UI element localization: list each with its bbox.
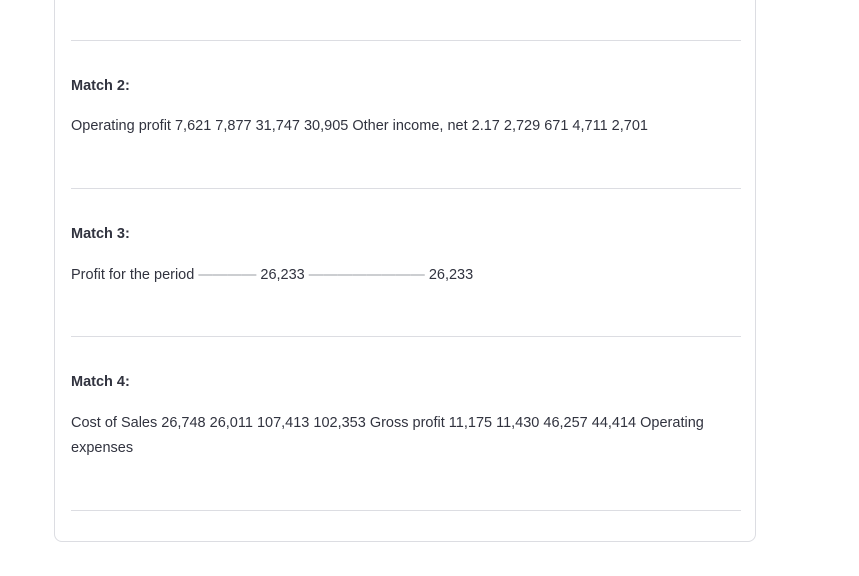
- match-heading: Match 2:: [71, 78, 130, 94]
- results-page: Match 2: Operating profit 7,621 7,877 31…: [0, 0, 859, 576]
- divider: [71, 188, 741, 189]
- match-heading: Match 4:: [71, 374, 130, 390]
- divider: [71, 336, 741, 337]
- divider: [71, 40, 741, 41]
- match-heading: Match 3:: [71, 226, 130, 242]
- dash-separator: ————: [198, 267, 257, 283]
- dash-separator: ————————: [308, 267, 425, 283]
- match-text: Profit for the period ———— 26,233 ——————…: [71, 263, 721, 288]
- match-text: Cost of Sales 26,748 26,011 107,413 102,…: [71, 415, 704, 456]
- match-value: 26,233: [428, 267, 474, 283]
- match-text: Operating profit 7,621 7,877 31,747 30,9…: [71, 118, 648, 134]
- match-value: 26,233: [260, 267, 305, 283]
- match-label: Profit for the period: [71, 267, 195, 283]
- divider: [71, 510, 741, 511]
